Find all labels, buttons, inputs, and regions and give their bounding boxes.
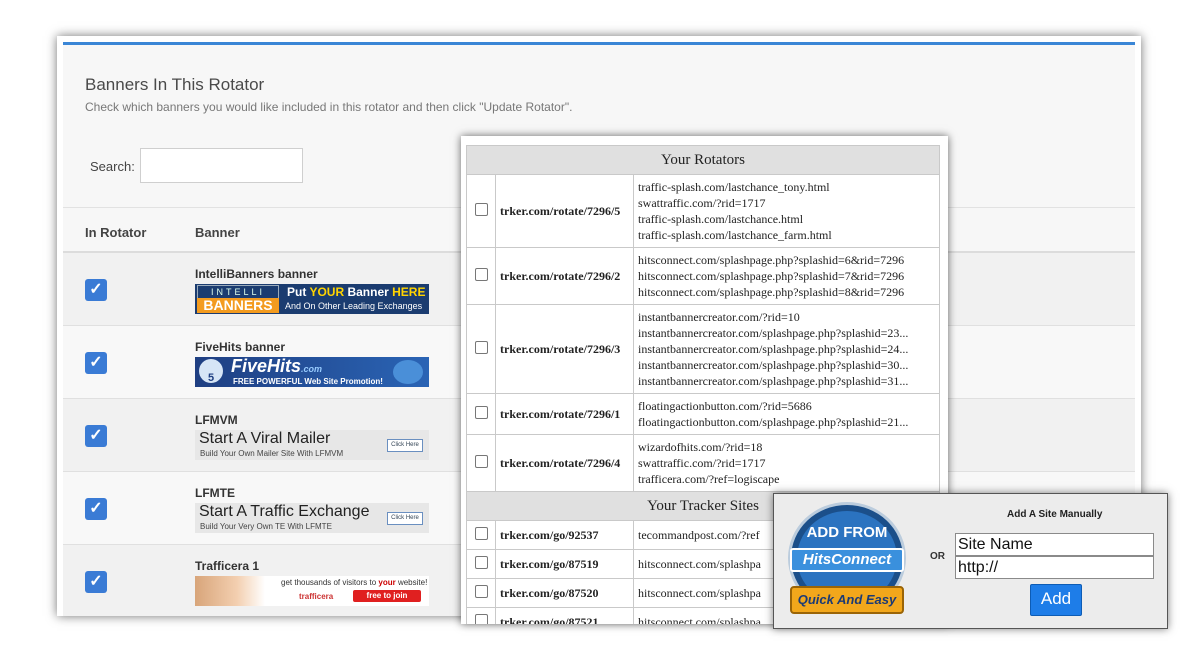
- in-rotator-checkbox[interactable]: ✓: [85, 498, 107, 520]
- site-url: instantbannercreator.com/splashpage.php?…: [638, 342, 909, 356]
- site-url: traffic-splash.com/lastchance.html: [638, 212, 804, 226]
- banner-name: LFMTE: [195, 486, 235, 500]
- rotator-sites: floatingactionbutton.com/?rid=5686 float…: [633, 393, 940, 435]
- tracker-link[interactable]: trker.com/go/87519: [495, 549, 634, 579]
- banner-subline: FREE POWERFUL Web Site Promotion!: [233, 377, 383, 386]
- rotator-checkbox[interactable]: [474, 202, 488, 216]
- search-label: Search:: [90, 159, 135, 174]
- rotator-sites: wizardofhits.com/?rid=18 swattraffic.com…: [633, 434, 940, 492]
- site-url: swattraffic.com/?rid=1717: [638, 196, 766, 210]
- tracker-link[interactable]: trker.com/go/92537: [495, 520, 634, 550]
- rotator-link[interactable]: trker.com/rotate/7296/1: [495, 393, 634, 435]
- tracker-checkbox[interactable]: [474, 555, 488, 569]
- rotator-link[interactable]: trker.com/rotate/7296/4: [495, 434, 634, 492]
- rotator-link[interactable]: trker.com/rotate/7296/3: [495, 304, 634, 394]
- rotators-header: Your Rotators: [466, 145, 940, 175]
- person-photo: [195, 576, 265, 606]
- badge-top-text: ADD FROM: [806, 524, 888, 541]
- add-from-hitsconnect-button[interactable]: ADD FROM HitsConnect Quick And Easy: [788, 502, 906, 620]
- banner-headline: get thousands of visitors to your websit…: [281, 578, 428, 587]
- site-url: floatingactionbutton.com/?rid=5686: [638, 399, 812, 413]
- search-input[interactable]: [140, 148, 303, 183]
- site-url: swattraffic.com/?rid=1717: [638, 456, 766, 470]
- column-header-in-rotator[interactable]: In Rotator: [85, 225, 146, 240]
- site-url: traffic-splash.com/lastchance_tony.html: [638, 180, 830, 194]
- rotator-row: trker.com/rotate/7296/4 wizardofhits.com…: [466, 434, 940, 492]
- banner-subline: Build Your Very Own TE With LFMTE: [200, 522, 332, 531]
- banner-name: FiveHits banner: [195, 340, 286, 354]
- banner-join-button: free to join: [353, 590, 421, 602]
- rotator-sites: traffic-splash.com/lastchance_tony.html …: [633, 174, 940, 248]
- banner-logo-text: trafficera: [299, 592, 334, 601]
- site-url: floatingactionbutton.com/splashpage.php?…: [638, 415, 909, 429]
- rotator-sites: instantbannercreator.com/?rid=10 instant…: [633, 304, 940, 394]
- banner-name: LFMVM: [195, 413, 238, 427]
- banner-headline: Start A Viral Mailer: [199, 430, 331, 447]
- tracker-checkbox[interactable]: [474, 526, 488, 540]
- rotator-row: trker.com/rotate/7296/5 traffic-splash.c…: [466, 174, 940, 248]
- badge-brand-text: HitsConnect: [790, 548, 904, 572]
- banner-name: Trafficera 1: [195, 559, 260, 573]
- or-label: OR: [930, 551, 945, 562]
- in-rotator-checkbox[interactable]: ✓: [85, 352, 107, 374]
- panel-description: Check which banners you would like inclu…: [85, 100, 573, 114]
- site-name-input[interactable]: [955, 533, 1154, 556]
- tracker-checkbox[interactable]: [474, 584, 488, 598]
- rotator-sites: hitsconnect.com/splashpage.php?splashid=…: [633, 247, 940, 305]
- site-url: hitsconnect.com/splashpage.php?splashid=…: [638, 253, 905, 267]
- tracker-link[interactable]: trker.com/go/87520: [495, 578, 634, 608]
- banner-image[interactable]: Start A Viral Mailer Build Your Own Mail…: [195, 430, 429, 460]
- site-url: instantbannercreator.com/splashpage.php?…: [638, 374, 909, 388]
- banner-image[interactable]: get thousands of visitors to your websit…: [195, 576, 429, 606]
- banner-subline: Build Your Own Mailer Site With LFMVM: [200, 449, 344, 458]
- banner-logo-text: BANNERS: [197, 298, 279, 313]
- site-url: trafficera.com/?ref=logiscape: [638, 472, 780, 486]
- add-site-popup: ADD FROM HitsConnect Quick And Easy OR A…: [773, 493, 1168, 629]
- in-rotator-checkbox[interactable]: ✓: [85, 425, 107, 447]
- add-site-title: Add A Site Manually: [1007, 509, 1103, 520]
- site-url: hitsconnect.com/splashpage.php?splashid=…: [638, 269, 905, 283]
- site-url: traffic-splash.com/lastchance_farm.html: [638, 228, 832, 242]
- site-url: instantbannercreator.com/?rid=10: [638, 310, 800, 324]
- rotator-row: trker.com/rotate/7296/2 hitsconnect.com/…: [466, 247, 940, 305]
- banner-logo-text: FiveHits.com: [231, 357, 323, 376]
- globe-icon: 5: [199, 359, 223, 384]
- rotator-row: trker.com/rotate/7296/3 instantbannercre…: [466, 304, 940, 394]
- site-url: wizardofhits.com/?rid=18: [638, 440, 763, 454]
- badge-ribbon: Quick And Easy: [790, 586, 904, 614]
- banner-name: IntelliBanners banner: [195, 267, 318, 281]
- rotator-link[interactable]: trker.com/rotate/7296/2: [495, 247, 634, 305]
- banner-image[interactable]: Start A Traffic Exchange Build Your Very…: [195, 503, 429, 533]
- rotator-checkbox[interactable]: [474, 340, 488, 354]
- rotator-checkbox[interactable]: [474, 454, 488, 468]
- site-url: hitsconnect.com/splashpage.php?splashid=…: [638, 285, 905, 299]
- rotator-checkbox[interactable]: [474, 405, 488, 419]
- rotator-link[interactable]: trker.com/rotate/7296/5: [495, 174, 634, 248]
- banner-subline: And On Other Leading Exchanges: [285, 301, 423, 311]
- banner-click-button: Click Here: [387, 512, 423, 525]
- site-url: instantbannercreator.com/splashpage.php?…: [638, 326, 909, 340]
- banner-click-button: Click Here: [387, 439, 423, 452]
- banner-headline: Put YOUR Banner HERE: [287, 285, 426, 299]
- banner-image[interactable]: INTELLI BANNERS Put YOUR Banner HERE And…: [195, 284, 429, 314]
- banner-image[interactable]: 5 FiveHits.com FREE POWERFUL Web Site Pr…: [195, 357, 429, 387]
- site-url-input[interactable]: [955, 556, 1154, 579]
- tracker-checkbox[interactable]: [474, 613, 488, 624]
- tracker-link[interactable]: trker.com/go/87521: [495, 607, 634, 624]
- panel-title: Banners In This Rotator: [85, 75, 265, 94]
- in-rotator-checkbox[interactable]: ✓: [85, 279, 107, 301]
- site-url: instantbannercreator.com/splashpage.php?…: [638, 358, 909, 372]
- in-rotator-checkbox[interactable]: ✓: [85, 571, 107, 593]
- rotator-row: trker.com/rotate/7296/1 floatingactionbu…: [466, 393, 940, 435]
- add-site-button[interactable]: Add: [1030, 584, 1082, 616]
- globe-icon: [393, 360, 423, 384]
- column-header-banner[interactable]: Banner: [195, 225, 240, 240]
- banner-headline: Start A Traffic Exchange: [199, 503, 370, 520]
- rotator-checkbox[interactable]: [474, 267, 488, 281]
